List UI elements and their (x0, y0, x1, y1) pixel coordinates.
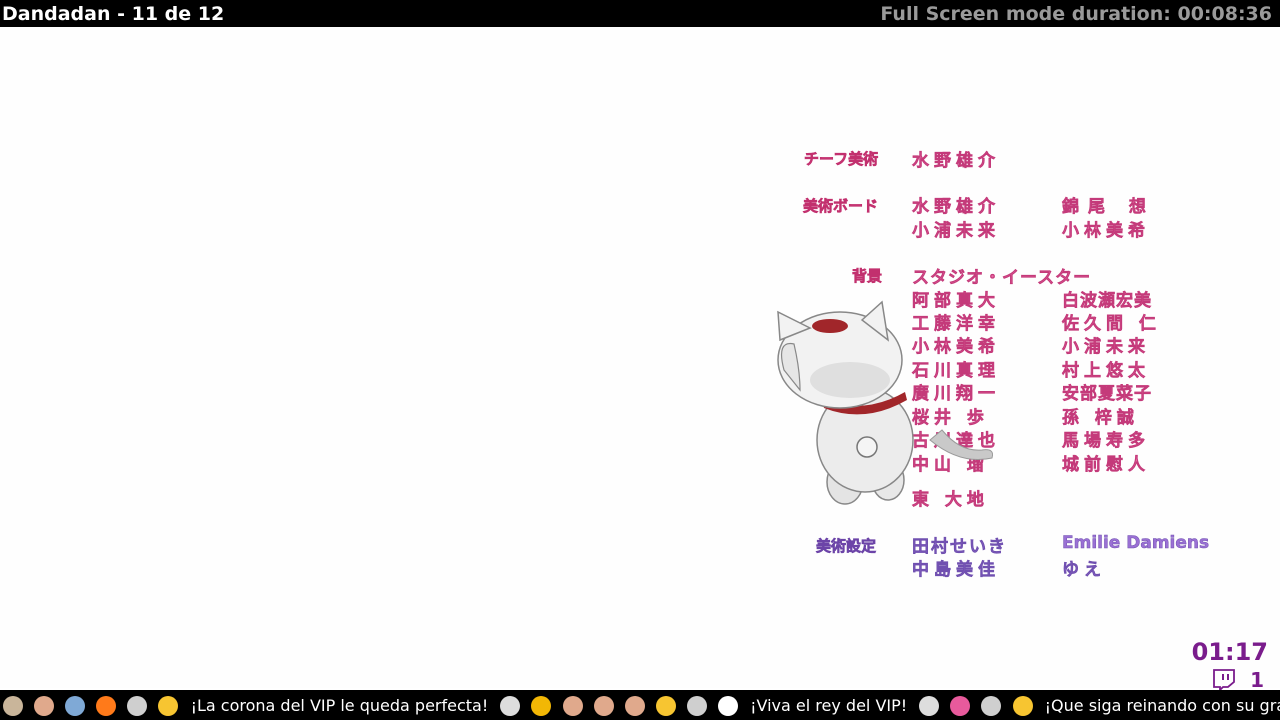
face-emoji-icon (919, 695, 940, 716)
credit-role-chief-art: チーフ美術 (804, 150, 879, 169)
credit-studio: スタジオ・イースター (912, 268, 1092, 289)
face-emoji-icon (686, 695, 707, 716)
face-emoji-icon (500, 695, 521, 716)
credit-name: 安部夏菜子 (1062, 384, 1152, 405)
credit-name: 水野雄介 (912, 197, 1000, 218)
video-title: Dandadan - 11 de 12 (2, 3, 225, 25)
party-popper-emoji-icon (950, 695, 971, 716)
cat-character-illustration (777, 300, 993, 505)
laughing-emoji-icon (655, 695, 676, 716)
credit-name: 村上悠太 (1062, 361, 1150, 382)
credit-name: 城前慰人 (1062, 455, 1150, 476)
credit-name: 小林美希 (1062, 221, 1150, 242)
face-emoji-icon (981, 695, 1002, 716)
overlay-timer: 01:17 (1191, 638, 1268, 666)
fullscreen-duration: Full Screen mode duration: 00:08:36 (880, 3, 1272, 25)
face-emoji-icon (3, 695, 23, 716)
credit-name: 白波瀬宏美 (1062, 291, 1152, 312)
face-emoji-icon (593, 695, 614, 716)
credit-name: 馬場寿多 (1062, 431, 1150, 452)
eyes-emoji-icon (718, 695, 738, 716)
credit-name: 水野雄介 (912, 151, 1000, 172)
sunglasses-emoji-icon (158, 695, 179, 716)
credit-name: 中島美佳 (912, 560, 1000, 581)
credit-role-background: 背景 (852, 267, 883, 286)
credit-name: 小浦未来 (1062, 337, 1150, 358)
chat-ticker: ¡La corona del VIP le queda perfecta! ¡V… (0, 690, 1280, 720)
top-bar: Dandadan - 11 de 12 Full Screen mode dur… (0, 0, 1280, 27)
smile-emoji-icon (1012, 695, 1033, 716)
viewer-count: 1 (1250, 668, 1264, 692)
credit-name: 孫 梓誠 (1062, 408, 1139, 429)
ticker-message: ¡Viva el rey del VIP! (750, 695, 908, 715)
credit-name: ゆえ (1062, 560, 1106, 581)
face-emoji-icon (127, 695, 148, 716)
credit-name: 錦尾 想 (1062, 197, 1155, 218)
crown-emoji-icon (531, 695, 552, 716)
credit-role-art-board: 美術ボード (803, 197, 879, 216)
twitch-icon (1213, 669, 1235, 690)
credit-role-art-setting: 美術設定 (816, 537, 877, 556)
fire-emoji-icon (96, 695, 117, 716)
ticker-message: ¡Que siga reinando con su grandeza! (1044, 695, 1280, 715)
credit-name: Emilie Damiens (1062, 533, 1210, 554)
credit-name: 小浦未来 (912, 221, 1000, 242)
face-emoji-icon (624, 695, 645, 716)
face-emoji-icon (34, 695, 55, 716)
robot-emoji-icon (65, 695, 86, 716)
credit-name: 田村せいき (912, 537, 1007, 558)
credit-name: 佐久間 仁 (1062, 314, 1161, 335)
ticker-message: ¡La corona del VIP le queda perfecta! (190, 695, 489, 715)
face-emoji-icon (562, 695, 583, 716)
